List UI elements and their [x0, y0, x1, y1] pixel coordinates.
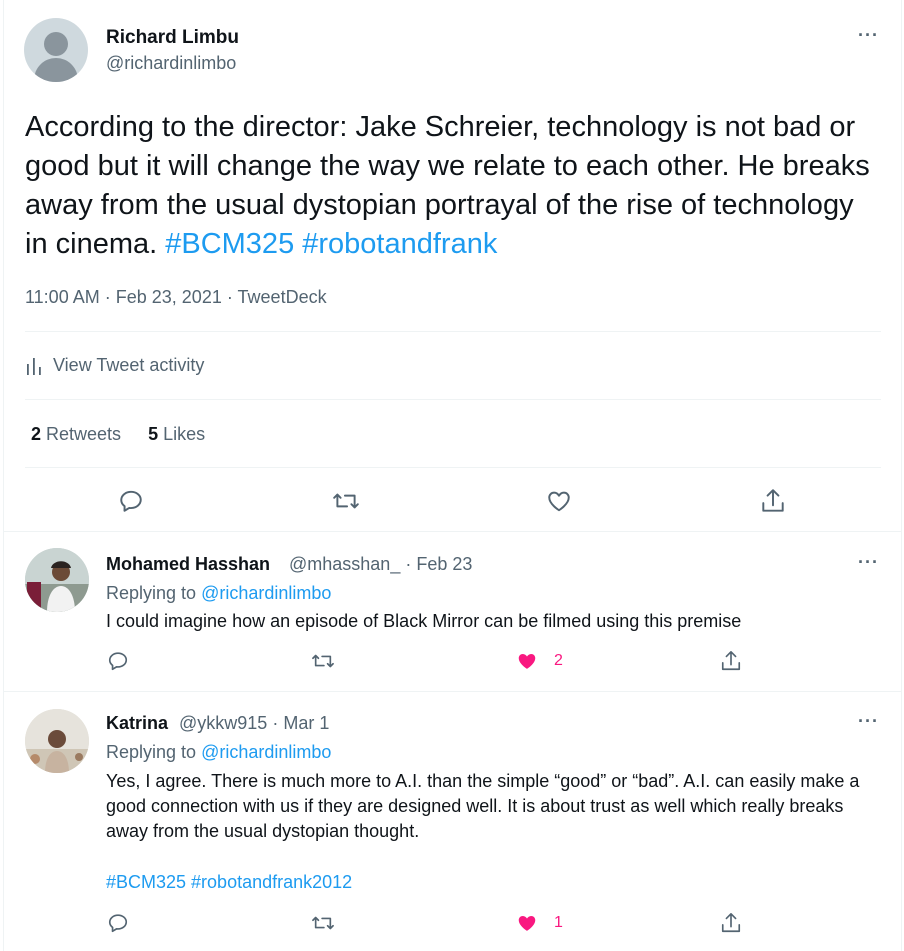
activity-label: View Tweet activity	[53, 355, 205, 375]
divider	[25, 399, 881, 400]
like-button[interactable]: 1	[516, 912, 563, 934]
liked-icon	[518, 653, 536, 669]
likes-count: 5	[148, 424, 159, 444]
tweet-stats: 2 Retweets 5 Likes	[31, 424, 232, 445]
replying-to-handle[interactable]: @richardinlimbo	[201, 583, 331, 603]
meta-dot: ·	[104, 287, 111, 307]
reply-meta: @ykkw915 · Mar 1	[179, 713, 329, 734]
avatar-body-shape	[34, 58, 78, 82]
replying-to-handle[interactable]: @richardinlimbo	[201, 742, 331, 762]
reply-author-name[interactable]: Mohamed Hasshan	[106, 554, 270, 575]
like-count: 1	[554, 914, 563, 931]
like-button[interactable]	[546, 488, 572, 514]
reply-icon	[108, 652, 128, 671]
replying-to-prefix: Replying to	[106, 742, 197, 762]
retweet-button[interactable]	[311, 650, 335, 672]
avatar-photo	[25, 709, 89, 773]
reply-meta: @mhasshan_ · Feb 23	[289, 554, 472, 575]
avatar[interactable]	[24, 18, 88, 82]
view-tweet-activity-link[interactable]: View Tweet activity	[25, 355, 204, 376]
like-button[interactable]: 2	[516, 650, 563, 672]
like-icon	[548, 491, 570, 512]
liked-icon	[518, 915, 536, 931]
tweet-separator	[3, 691, 902, 692]
share-button[interactable]	[720, 649, 742, 673]
retweet-icon	[312, 654, 334, 668]
tweet-source[interactable]: TweetDeck	[238, 287, 327, 307]
tweet-meta: 11:00 AM · Feb 23, 2021 · TweetDeck	[25, 287, 327, 308]
likes-label: Likes	[163, 424, 206, 444]
reply-icon	[120, 490, 142, 512]
replying-to: Replying to @richardinlimbo	[106, 583, 331, 604]
tweet-date[interactable]: Feb 23, 2021	[116, 287, 222, 307]
author-name[interactable]: Richard Limbu	[106, 27, 239, 49]
like-count: 2	[554, 652, 563, 669]
more-icon[interactable]: ···	[858, 26, 879, 44]
more-icon[interactable]: ···	[858, 712, 879, 730]
tweet-time[interactable]: 11:00 AM	[25, 287, 100, 307]
hashtag-robotandfrank[interactable]: #robotandfrank	[302, 228, 497, 260]
share-icon	[721, 651, 741, 671]
retweet-button[interactable]	[332, 488, 360, 514]
reply-date[interactable]: Feb 23	[416, 554, 472, 574]
meta-dot: ·	[226, 287, 233, 307]
activity-icon	[27, 357, 41, 375]
reply-text: I could imagine how an episode of Black …	[106, 611, 742, 631]
retweets-stat[interactable]: 2 Retweets	[31, 424, 121, 445]
reply-hashtags[interactable]: #BCM325 #robotandfrank2012	[106, 870, 876, 895]
retweet-button[interactable]	[311, 912, 335, 934]
reply-button[interactable]	[107, 650, 129, 672]
retweets-label: Retweets	[46, 424, 122, 444]
divider	[25, 331, 881, 332]
likes-stat[interactable]: 5 Likes	[148, 424, 205, 445]
share-button[interactable]	[760, 487, 786, 515]
more-icon[interactable]: ···	[858, 553, 879, 571]
avatar[interactable]	[25, 709, 89, 773]
avatar[interactable]	[25, 548, 89, 612]
reply-author-handle[interactable]: @ykkw915	[179, 713, 267, 733]
avatar-head-shape	[44, 32, 68, 56]
replying-to-prefix: Replying to	[106, 583, 197, 603]
reply-author-handle[interactable]: @mhasshan_	[289, 554, 400, 574]
reply-text: Yes, I agree. There is much more to A.I.…	[106, 771, 860, 841]
tweet-text: According to the director: Jake Schreier…	[25, 108, 875, 264]
reply-author-name[interactable]: Katrina	[106, 713, 168, 734]
tweet-separator	[3, 531, 902, 532]
retweet-icon	[333, 493, 359, 509]
share-button[interactable]	[720, 911, 742, 935]
replying-to: Replying to @richardinlimbo	[106, 742, 331, 763]
reply-button[interactable]	[118, 488, 144, 514]
reply-date[interactable]: Mar 1	[283, 713, 329, 733]
reply-icon	[108, 914, 128, 933]
retweet-icon	[312, 916, 334, 930]
share-icon	[762, 489, 784, 512]
meta-dot: ·	[272, 713, 279, 733]
author-handle[interactable]: @richardinlimbo	[106, 53, 236, 74]
avatar-photo	[25, 548, 89, 612]
meta-dot: ·	[405, 554, 412, 574]
retweets-count: 2	[31, 424, 42, 444]
share-icon	[721, 913, 741, 933]
divider	[25, 467, 881, 468]
reply-button[interactable]	[107, 912, 129, 934]
hashtag-bcm325[interactable]: #BCM325	[165, 228, 294, 260]
